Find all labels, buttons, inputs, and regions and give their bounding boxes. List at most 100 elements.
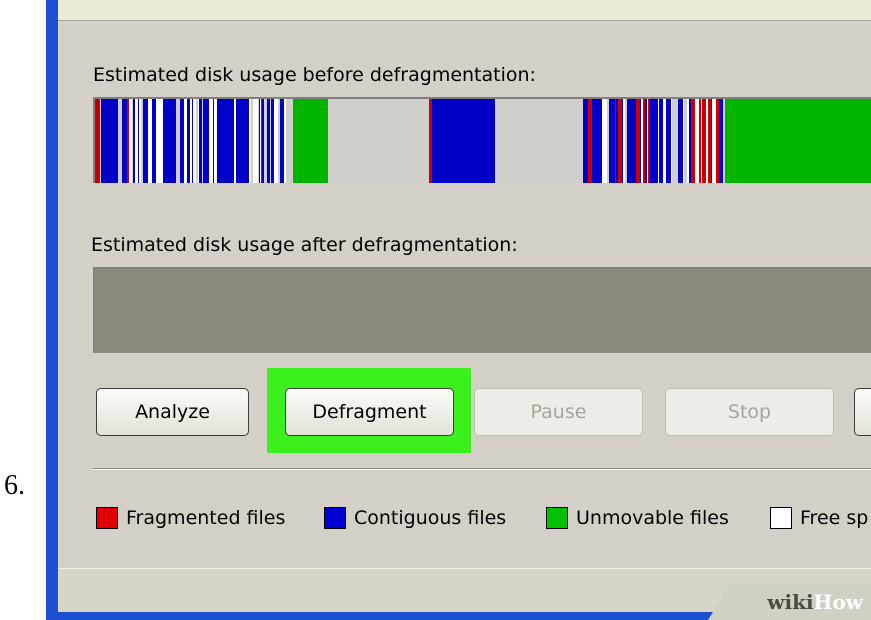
disk-segment-stripe <box>716 99 719 183</box>
legend-free-space: Free sp <box>770 505 868 531</box>
unmovable-swatch <box>546 507 568 529</box>
disk-segment-stripe <box>132 99 133 183</box>
disk-segment-stripe <box>671 99 672 183</box>
disk-segment-stripe <box>627 99 630 183</box>
disk-segment-2 <box>328 99 429 183</box>
disk-segment-stripe <box>230 99 232 183</box>
disk-usage-after-bar <box>93 267 871 353</box>
disk-segment-stripe <box>111 99 114 183</box>
disk-segment-stripe <box>192 99 193 183</box>
disk-segment-stripe <box>104 99 106 183</box>
disk-segment-stripe <box>682 99 683 183</box>
disk-segment-stripe <box>135 99 138 183</box>
disk-segment-stripe <box>623 99 624 183</box>
disk-segment-stripe <box>262 99 264 183</box>
disk-segment-stripe <box>244 99 246 183</box>
disk-segment-stripe <box>656 99 658 183</box>
disk-defragmenter-window: Estimated disk usage before defragmentat… <box>58 0 871 620</box>
disk-segment-stripe <box>226 99 230 183</box>
disk-segment-stripe <box>640 99 641 183</box>
disk-usage-before-bar <box>93 97 871 183</box>
disk-segment-stripe <box>143 99 145 183</box>
disk-segment-stripe <box>180 99 184 183</box>
disk-segment-stripe <box>221 99 222 183</box>
disk-segment-stripe <box>676 99 678 183</box>
disk-segment-stripe <box>163 99 165 183</box>
defragment-button[interactable]: Defragment <box>285 388 454 436</box>
disk-segment-5 <box>495 99 583 183</box>
disk-segment-stripe <box>95 99 97 183</box>
disk-segment-stripe <box>159 99 163 183</box>
disk-segment-stripe <box>719 99 722 183</box>
disk-segment-stripe <box>234 99 235 183</box>
disk-segment-stripe <box>708 99 711 183</box>
disk-segment-stripe <box>648 99 650 183</box>
disk-segment-1 <box>293 99 328 183</box>
disk-segment-stripe <box>609 99 612 183</box>
disk-segment-stripe <box>607 99 609 183</box>
disk-segment-stripe <box>129 99 132 183</box>
disk-segment-stripe <box>167 99 169 183</box>
disk-segment-stripe <box>267 99 270 183</box>
disk-segment-stripe <box>118 99 122 183</box>
disk-segment-stripe <box>222 99 223 183</box>
disk-segment-stripe <box>236 99 240 183</box>
disk-segment-stripe <box>176 99 180 183</box>
disk-segment-stripe <box>274 99 278 183</box>
disk-segment-stripe <box>209 99 213 183</box>
disk-segment-stripe <box>699 99 701 183</box>
disk-segment-stripe <box>625 99 627 183</box>
disk-segment-stripe <box>155 99 156 183</box>
disk-segment-stripe <box>246 99 248 183</box>
stop-button[interactable]: Stop <box>665 388 834 436</box>
disk-segment-4 <box>432 99 495 183</box>
disk-segment-stripe <box>97 99 98 183</box>
disk-segment-stripe <box>174 99 176 183</box>
disk-segment-stripe <box>256 99 258 183</box>
disk-segment-stripe <box>190 99 192 183</box>
disk-segment-stripe <box>240 99 241 183</box>
disk-segment-stripe <box>145 99 148 183</box>
disk-segment-stripe <box>205 99 208 183</box>
disk-segment-stripe <box>264 99 267 183</box>
legend-contiguous: Contiguous files <box>324 505 506 531</box>
disk-segment-stripe <box>202 99 203 183</box>
disk-segment-stripe <box>248 99 249 183</box>
disk-segment-stripe <box>148 99 152 183</box>
disk-segment-stripe <box>583 99 586 183</box>
disk-segment-stripe <box>616 99 618 183</box>
disk-segment-stripe <box>259 99 260 183</box>
disk-segment-stripe <box>187 99 190 183</box>
disk-segment-stripe <box>253 99 256 183</box>
disk-segment-stripe <box>678 99 682 183</box>
disk-segment-stripe <box>241 99 244 183</box>
disk-segment-stripe <box>634 99 636 183</box>
view-report-button-partial[interactable] <box>854 388 871 436</box>
volume-list-edge <box>58 0 871 21</box>
after-label: Estimated disk usage after defragmentati… <box>91 234 518 256</box>
disk-segment-stripe <box>701 99 702 183</box>
disk-segment-stripe <box>658 99 659 183</box>
disk-segment-stripe <box>722 99 723 183</box>
disk-segment-stripe <box>141 99 142 183</box>
analyze-button[interactable]: Analyze <box>96 388 249 436</box>
legend-unmovable-label: Unmovable files <box>576 507 729 529</box>
disk-segment-stripe <box>235 99 236 183</box>
disk-segment-stripe <box>169 99 171 183</box>
disk-segment-stripe <box>654 99 656 183</box>
disk-segment-stripe <box>624 99 625 183</box>
pause-button[interactable]: Pause <box>474 388 643 436</box>
disk-segment-stripe <box>156 99 159 183</box>
disk-segment-stripe <box>645 99 647 183</box>
disk-segment-stripe <box>278 99 280 183</box>
disk-segment-stripe <box>123 99 127 183</box>
disk-segment-stripe <box>618 99 622 183</box>
legend-fragmented: Fragmented files <box>96 505 285 531</box>
disk-segment-stripe <box>184 99 187 183</box>
disk-segment-stripe <box>290 99 293 183</box>
disk-segment-stripe <box>101 99 104 183</box>
disk-segment-3 <box>429 99 432 183</box>
legend-unmovable: Unmovable files <box>546 505 729 531</box>
disk-segment-stripe <box>261 99 262 183</box>
disk-segment-stripe <box>599 99 602 183</box>
